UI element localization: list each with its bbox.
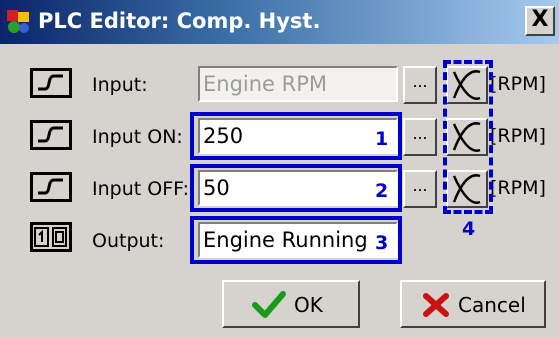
input-unit: [RPM] <box>490 73 546 95</box>
analog-signal-icon <box>30 120 72 150</box>
input-off-unit: [RPM] <box>490 177 546 199</box>
window-title: PLC Editor: Comp. Hyst. <box>38 9 321 33</box>
close-button[interactable]: X <box>525 6 555 36</box>
annotation-2: 2 <box>375 180 389 202</box>
input-browse-button[interactable]: ... <box>403 66 437 104</box>
input-on-browse-button[interactable]: ... <box>403 118 437 156</box>
cancel-label: Cancel <box>458 293 526 317</box>
input-on-unit: [RPM] <box>490 125 546 147</box>
highlight-box-3 <box>190 216 402 264</box>
title-bar: PLC Editor: Comp. Hyst. X <box>0 0 559 44</box>
analog-signal-icon <box>30 172 72 202</box>
highlight-box-4 <box>443 60 493 214</box>
cancel-button[interactable]: Cancel <box>400 280 546 328</box>
analog-signal-icon <box>30 68 72 98</box>
annotation-3: 3 <box>375 232 389 254</box>
plc-editor-dialog: PLC Editor: Comp. Hyst. X Input: Engine … <box>0 0 559 338</box>
annotation-1: 1 <box>375 128 389 150</box>
output-label: Output: <box>92 230 165 252</box>
input-off-browse-button[interactable]: ... <box>403 170 437 208</box>
input-label: Input: <box>92 74 148 96</box>
input-field[interactable]: Engine RPM <box>198 66 398 102</box>
highlight-box-2 <box>190 164 402 212</box>
ok-button[interactable]: OK <box>222 280 360 328</box>
input-off-label: Input OFF: <box>92 178 189 200</box>
check-icon <box>252 290 286 325</box>
ok-label: OK <box>294 293 323 317</box>
highlight-box-1 <box>190 112 402 160</box>
input-on-label: Input ON: <box>92 126 183 148</box>
app-icon <box>6 9 32 35</box>
annotation-4: 4 <box>462 218 476 240</box>
cross-icon <box>422 292 450 323</box>
digital-output-icon <box>30 222 72 252</box>
